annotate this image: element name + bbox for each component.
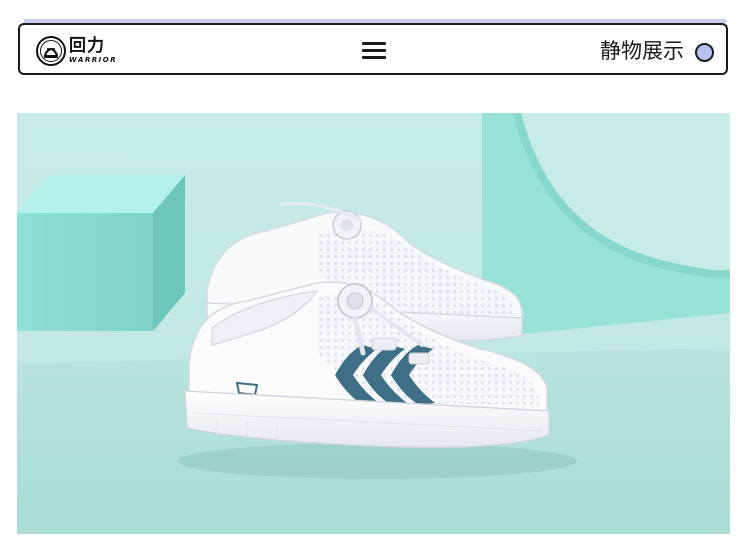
header-bar: 回力 WARRIOR 静物展示 — [18, 23, 728, 75]
status-indicator-dot[interactable] — [695, 43, 714, 62]
cube-front — [17, 213, 153, 331]
product-hero-image — [17, 113, 730, 534]
page: 回力 WARRIOR 静物展示 — [0, 0, 750, 553]
brand-logo[interactable]: 回力 WARRIOR — [36, 35, 117, 67]
warrior-badge-icon — [36, 36, 66, 66]
brand-name-en: WARRIOR — [69, 56, 118, 64]
hamburger-menu-icon[interactable] — [362, 39, 386, 61]
brand-name-cn: 回力 — [69, 36, 105, 56]
page-title: 静物展示 — [600, 39, 684, 63]
